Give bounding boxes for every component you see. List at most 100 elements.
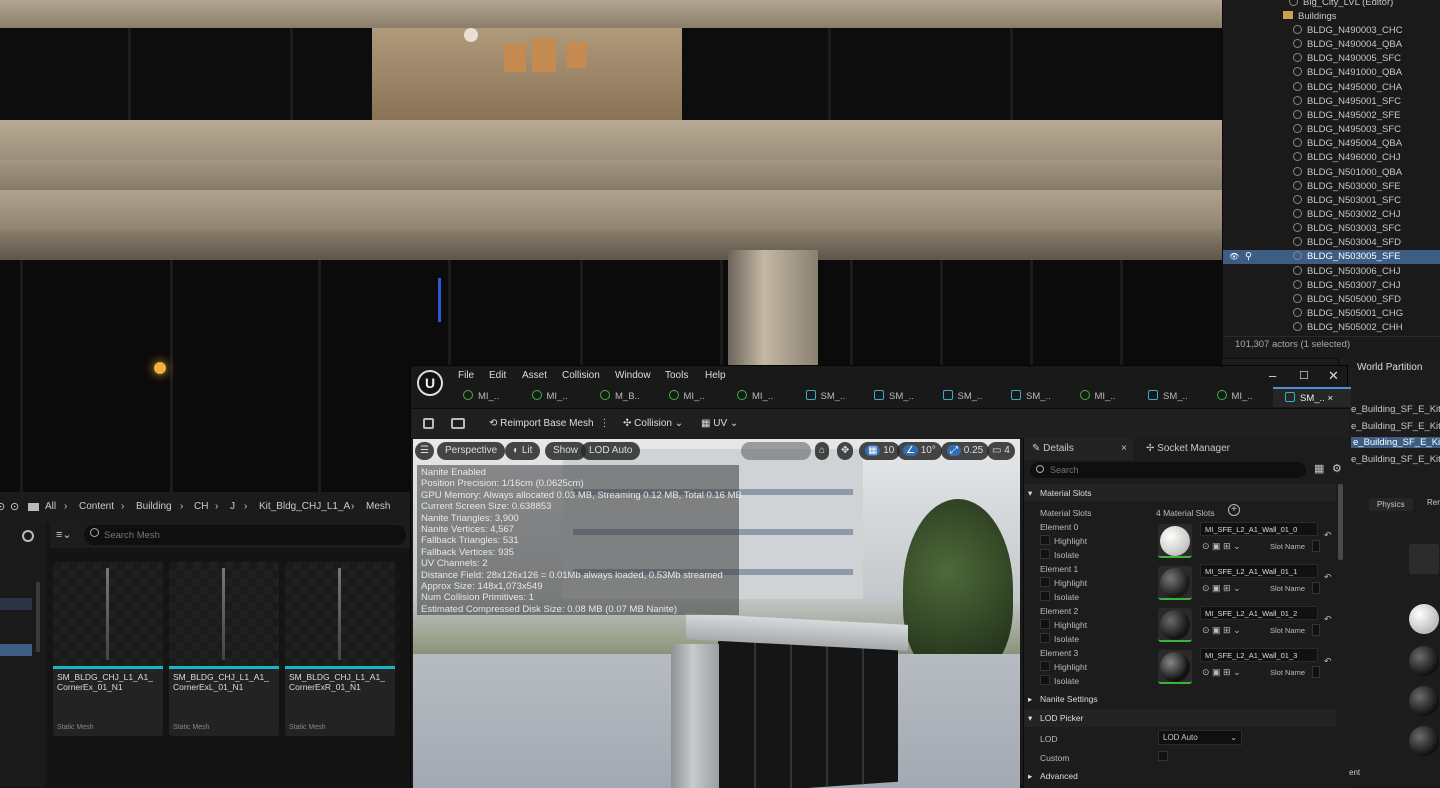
- section-nanite-settings[interactable]: ▸ Nanite Settings: [1024, 690, 1336, 708]
- transform-tools[interactable]: [741, 442, 811, 460]
- reset-icon[interactable]: ↶: [1324, 614, 1332, 625]
- outliner-row[interactable]: BLDG_N495004_QBA: [1223, 137, 1440, 151]
- slot-name-input[interactable]: [1312, 540, 1320, 552]
- section-lod-picker[interactable]: ▾ LOD Picker: [1024, 709, 1336, 727]
- asset-tab[interactable]: SM_..: [794, 387, 861, 407]
- show-button[interactable]: Show: [545, 442, 587, 460]
- search-input[interactable]: [104, 527, 394, 543]
- tab-socket-manager[interactable]: ✢ Socket Manager: [1142, 438, 1230, 460]
- material-thumbnail[interactable]: [1158, 608, 1192, 642]
- lit-button[interactable]: ◐ Lit: [505, 442, 541, 460]
- asset-tab[interactable]: M_B..: [588, 387, 655, 407]
- asset-tab[interactable]: MI_..: [1068, 387, 1135, 407]
- mesh-preview-viewport[interactable]: ☰ Perspective ◐ Lit Show LOD Auto ⌂ ✥ ▦ …: [413, 439, 1020, 788]
- outliner-row[interactable]: BLDG_N495000_CHA: [1223, 81, 1440, 95]
- menu-tools[interactable]: Tools: [665, 366, 688, 386]
- surface-snap-icon[interactable]: ✥: [837, 442, 854, 460]
- world-partition-tab[interactable]: World Partition: [1357, 362, 1422, 373]
- details-search-box[interactable]: [1030, 462, 1306, 478]
- breadcrumb-item[interactable]: J: [230, 492, 235, 522]
- material-field[interactable]: MI_SFE_L2_A1_Wall_01_0: [1200, 522, 1318, 536]
- highlight-checkbox[interactable]: [1040, 661, 1050, 671]
- asset-tab[interactable]: MI_..: [1205, 387, 1272, 407]
- material-actions-icon[interactable]: ⊙ ▣ ⊞ ⌄: [1202, 625, 1241, 636]
- outliner-folder-row[interactable]: Buildings: [1223, 10, 1440, 24]
- rotation-snap-toggle[interactable]: ∠ 10°: [897, 442, 942, 460]
- camera-speed-button[interactable]: ▭ 4: [987, 442, 1015, 460]
- close-icon[interactable]: ×: [1121, 438, 1127, 460]
- outliner-row[interactable]: BLDG_N490004_QBA: [1223, 38, 1440, 52]
- section-material-slots[interactable]: ▾ Material Slots: [1024, 484, 1336, 502]
- tree-item[interactable]: [0, 598, 32, 610]
- isolate-checkbox[interactable]: [1040, 549, 1050, 559]
- outliner-row[interactable]: BLDG_N490003_CHC: [1223, 24, 1440, 38]
- tree-item[interactable]: [0, 644, 32, 656]
- outliner-row[interactable]: BLDG_N505001_CHG: [1223, 307, 1440, 321]
- world-partition-item[interactable]: e_Building_SF_E_Kit_E: [1351, 404, 1440, 415]
- menu-window[interactable]: Window: [615, 366, 651, 386]
- pin-icon[interactable]: ⚲: [1245, 250, 1252, 264]
- material-field[interactable]: MI_SFE_L2_A1_Wall_01_2: [1200, 606, 1318, 620]
- outliner-row[interactable]: 👁 ⚲ BLDG_N503005_SFE: [1223, 250, 1440, 265]
- menu-edit[interactable]: Edit: [489, 366, 506, 386]
- world-partition-item[interactable]: e_Building_SF_E_Kit_E: [1351, 421, 1440, 432]
- outliner-row[interactable]: BLDG_N495003_SFC: [1223, 123, 1440, 137]
- asset-tile[interactable]: SM_BLDG_CHJ_L1_A1_ CornerExR_01_N1 Stati…: [285, 562, 395, 736]
- outliner-row[interactable]: BLDG_N496000_CHJ: [1223, 151, 1440, 165]
- history-back-icon[interactable]: ⊙: [0, 492, 5, 522]
- lod-dropdown[interactable]: LOD Auto ⌄: [1158, 730, 1242, 745]
- asset-tab[interactable]: SM_..: [862, 387, 929, 407]
- search-input-box[interactable]: [84, 525, 406, 545]
- world-partition-item[interactable]: e_Building_SF_E_Kit_E: [1351, 437, 1440, 449]
- material-thumbnail[interactable]: [1158, 650, 1192, 684]
- slot-name-input[interactable]: [1312, 666, 1320, 678]
- outliner-level-row[interactable]: Big_City_LVL (Editor): [1223, 0, 1440, 10]
- minimize-button[interactable]: –: [1269, 366, 1276, 386]
- highlight-checkbox[interactable]: [1040, 577, 1050, 587]
- outliner-row[interactable]: BLDG_N501000_QBA: [1223, 166, 1440, 180]
- search-icon[interactable]: [22, 530, 34, 542]
- outliner-row[interactable]: BLDG_N503002_CHJ: [1223, 208, 1440, 222]
- outliner-row[interactable]: BLDG_N495002_SFE: [1223, 109, 1440, 123]
- outliner-row[interactable]: BLDG_N503004_SFD: [1223, 236, 1440, 250]
- highlight-checkbox[interactable]: [1040, 619, 1050, 629]
- reset-icon[interactable]: ↶: [1324, 530, 1332, 541]
- save-icon[interactable]: [423, 418, 434, 429]
- collision-dropdown[interactable]: ✣ Collision ⌄: [623, 409, 683, 439]
- browse-icon[interactable]: [451, 418, 465, 429]
- outliner-row[interactable]: BLDG_N505000_SFD: [1223, 293, 1440, 307]
- breadcrumb-item[interactable]: Kit_Bldg_CHJ_L1_A: [259, 492, 350, 522]
- viewport-menu-icon[interactable]: ☰: [415, 442, 434, 460]
- outliner-row[interactable]: BLDG_N495001_SFC: [1223, 95, 1440, 109]
- details-search-input[interactable]: [1050, 463, 1290, 477]
- material-actions-icon[interactable]: ⊙ ▣ ⊞ ⌄: [1202, 583, 1241, 594]
- asset-tab[interactable]: SM_..: [999, 387, 1066, 407]
- slot-name-input[interactable]: [1312, 582, 1320, 594]
- asset-tab[interactable]: MI_..: [451, 387, 518, 407]
- scale-snap-toggle[interactable]: ⤢ 0.25: [941, 442, 990, 460]
- grid-snap-toggle[interactable]: ▦ 10: [859, 442, 901, 460]
- outliner-row[interactable]: BLDG_N503003_SFC: [1223, 222, 1440, 236]
- outliner-row[interactable]: BLDG_N490005_SFC: [1223, 52, 1440, 66]
- transform-gizmo-icon[interactable]: [438, 278, 441, 322]
- outliner-row[interactable]: BLDG_N503000_SFE: [1223, 180, 1440, 194]
- section-advanced[interactable]: ▸ Advanced: [1024, 767, 1336, 785]
- breadcrumb-item[interactable]: Mesh: [366, 492, 390, 522]
- outliner-row[interactable]: BLDG_N503007_CHJ: [1223, 279, 1440, 293]
- asset-tab[interactable]: MI_..: [725, 387, 792, 407]
- add-slot-icon[interactable]: +: [1228, 504, 1240, 516]
- close-tab-icon[interactable]: ×: [1325, 393, 1333, 404]
- material-actions-icon[interactable]: ⊙ ▣ ⊞ ⌄: [1202, 541, 1241, 552]
- visibility-eye-icon[interactable]: 👁: [1229, 250, 1239, 264]
- menu-collision[interactable]: Collision: [562, 366, 600, 386]
- asset-tab[interactable]: MI_..: [520, 387, 587, 407]
- asset-tab[interactable]: SM_..: [1136, 387, 1203, 407]
- reset-icon[interactable]: ↶: [1324, 572, 1332, 583]
- asset-tile[interactable]: SM_BLDG_CHJ_L1_A1_ CornerEx_01_N1 Static…: [53, 562, 163, 736]
- slot-name-input[interactable]: [1312, 624, 1320, 636]
- details-scrollbar[interactable]: [1338, 484, 1343, 560]
- close-button[interactable]: ✕: [1328, 366, 1339, 386]
- asset-tab[interactable]: SM_..: [931, 387, 998, 407]
- material-field[interactable]: MI_SFE_L2_A1_Wall_01_1: [1200, 564, 1318, 578]
- view-options-icon[interactable]: ▦: [1314, 462, 1324, 475]
